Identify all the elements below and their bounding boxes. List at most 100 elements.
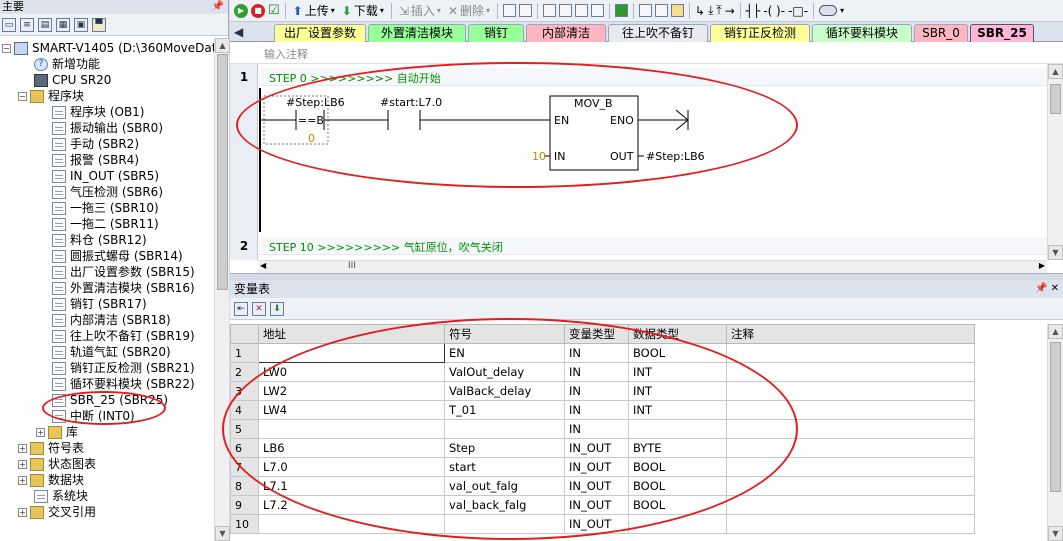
tree-item[interactable]: + 交叉引用 [18, 504, 96, 520]
list-icon[interactable]: ≡ [20, 17, 34, 32]
table-cell[interactable] [444, 419, 565, 439]
tree-item[interactable]: CPU SR20 [34, 72, 111, 88]
pin-icon[interactable]: 📌 [212, 0, 224, 14]
table-cell[interactable]: Step [444, 438, 565, 458]
editor-hscrollbar[interactable]: ◀ III ▶ [258, 260, 1047, 273]
tree-item[interactable]: ? 新增功能 [34, 56, 100, 72]
column-header[interactable]: 注释 [726, 324, 975, 344]
tree-item[interactable]: 一拖二 (SBR11) [52, 216, 159, 232]
pin-icon[interactable]: 📌 ✕ [1035, 280, 1059, 298]
table-cell[interactable]: BOOL [628, 343, 727, 363]
editor-vscrollbar[interactable]: ▲ ▼ [1047, 64, 1063, 260]
column-header[interactable]: 地址 [258, 324, 445, 344]
table-cell[interactable]: INT [628, 400, 727, 420]
tree-item[interactable]: 中断 (INT0) [52, 408, 135, 424]
upload-button[interactable]: ⬆ 上传 ▾ [291, 2, 337, 20]
contact-icon[interactable]: ┤├ [746, 4, 760, 18]
coil-icon[interactable]: -( )- [763, 4, 785, 18]
tree-item[interactable]: 轨道气缸 (SBR20) [52, 344, 171, 360]
scroll-up-icon[interactable]: ▲ [215, 38, 230, 53]
expand-icon[interactable]: + [18, 475, 27, 485]
lock-icon[interactable] [655, 4, 669, 17]
compile-icon[interactable]: ☑ [268, 3, 280, 18]
table-cell[interactable]: L7.2 [258, 495, 445, 515]
undo-icon[interactable] [559, 4, 573, 17]
scroll-grip[interactable]: III [348, 261, 356, 271]
tab-pou[interactable]: 循环要料模块 [812, 24, 912, 42]
tree-item[interactable]: 内部清洁 (SBR18) [52, 312, 171, 328]
table-cell[interactable]: IN [564, 362, 629, 382]
unlock-icon[interactable] [671, 4, 685, 17]
table-row[interactable]: 1 EN IN BOOL [230, 343, 975, 363]
table-row[interactable]: 4 LW4 T_01 IN INT [230, 400, 975, 420]
table-cell[interactable]: IN [564, 400, 629, 420]
table-cell[interactable]: ValBack_delay [444, 381, 565, 401]
tree-item[interactable]: − SMART-V1405 (D:\360MoveData\U [2, 40, 214, 56]
table-cell[interactable] [726, 381, 975, 401]
table-cell[interactable] [726, 400, 975, 420]
line-right-icon[interactable]: → [725, 4, 735, 18]
scroll-down-icon[interactable]: ▼ [215, 526, 230, 541]
window-icon[interactable]: ▣ [74, 17, 88, 32]
table-cell[interactable]: IN_OUT [564, 457, 629, 477]
table-cell[interactable] [628, 419, 727, 439]
line-up-icon[interactable]: ⤒ [716, 3, 721, 18]
scroll-thumb[interactable] [217, 54, 228, 290]
run-icon[interactable]: ▶ [234, 3, 248, 18]
tree-item[interactable]: 报警 (SBR4) [52, 152, 139, 168]
tab-pou[interactable]: 内部清洁 [526, 24, 606, 42]
expand-icon[interactable]: + [18, 443, 27, 453]
table-cell[interactable]: L7.0 [258, 457, 445, 477]
tab-scroll-left-icon[interactable]: ◀ [234, 25, 243, 39]
column-header[interactable]: 符号 [444, 324, 565, 344]
tree-item[interactable]: 振动输出 (SBR0) [52, 120, 163, 136]
table-cell[interactable]: T_01 [444, 400, 565, 420]
table-cell[interactable] [726, 457, 975, 477]
table-row[interactable]: 3 LW2 ValBack_delay IN INT [230, 381, 975, 401]
table-cell[interactable] [258, 419, 445, 439]
tree-item[interactable]: + 数据块 [18, 472, 84, 488]
table-cell[interactable]: IN [564, 381, 629, 401]
table-cell[interactable]: IN_OUT [564, 514, 629, 534]
paste-icon[interactable]: ⬇ [270, 301, 284, 316]
redo-icon[interactable] [575, 4, 589, 17]
tree-item[interactable]: + 符号表 [18, 440, 84, 456]
tree-item[interactable]: SBR_25 (SBR25) [52, 392, 168, 408]
tab-pou[interactable]: SBR_25 [970, 24, 1034, 42]
tree-item[interactable]: 程序块 (OB1) [52, 104, 145, 120]
tab-pou[interactable]: 外置清洁模块 [368, 24, 466, 42]
tab-pou[interactable]: 出厂设置参数 [274, 24, 366, 42]
tree-item[interactable]: + 状态图表 [18, 456, 96, 472]
tree-item[interactable]: + 库 [36, 424, 78, 440]
collapse-icon[interactable]: − [2, 43, 11, 53]
tree-item[interactable]: 出厂设置参数 (SBR15) [52, 264, 195, 280]
table-cell[interactable]: IN_OUT [564, 438, 629, 458]
scroll-down-icon[interactable]: ▼ [1048, 526, 1063, 541]
table-cell[interactable]: INT [628, 381, 727, 401]
block-icon[interactable]: ▤ [38, 17, 52, 32]
table-cell[interactable]: IN [564, 419, 629, 439]
scroll-up-icon[interactable]: ▲ [1048, 64, 1063, 79]
table-row[interactable]: 2 LW0 ValOut_delay IN INT [230, 362, 975, 382]
table-cell[interactable]: EN [444, 343, 565, 363]
table-row[interactable]: 8 L7.1 val_out_falg IN_OUT BOOL [230, 476, 975, 496]
table-cell[interactable] [258, 514, 445, 534]
table-row[interactable]: 10 IN_OUT [230, 514, 975, 534]
table-cell[interactable] [726, 419, 975, 439]
tree-item[interactable]: − 程序块 [18, 88, 84, 104]
line-down-icon[interactable]: ⤓ [708, 3, 713, 18]
network-header[interactable]: STEP 0 >>>>>>>>> 自动开始 [259, 68, 1047, 86]
table-cell[interactable]: INT [628, 362, 727, 382]
table-cell[interactable]: val_back_falg [444, 495, 565, 515]
scroll-up-icon[interactable]: ▲ [1048, 324, 1063, 339]
scroll-thumb[interactable] [1050, 342, 1061, 492]
tab-pou[interactable]: 销钉正反检测 [710, 24, 810, 42]
table-cell[interactable]: BOOL [628, 495, 727, 515]
tree-item[interactable]: 往上吹不备钉 (SBR19) [52, 328, 195, 344]
table-cell[interactable]: IN [564, 343, 629, 363]
scroll-right-icon[interactable]: ▶ [1039, 261, 1045, 270]
download-button[interactable]: ⬇ 下载 ▾ [340, 2, 386, 20]
tree-item[interactable]: 外置清洁模块 (SBR16) [52, 280, 195, 296]
clock-icon[interactable] [591, 4, 605, 17]
table-cell[interactable]: ValOut_delay [444, 362, 565, 382]
